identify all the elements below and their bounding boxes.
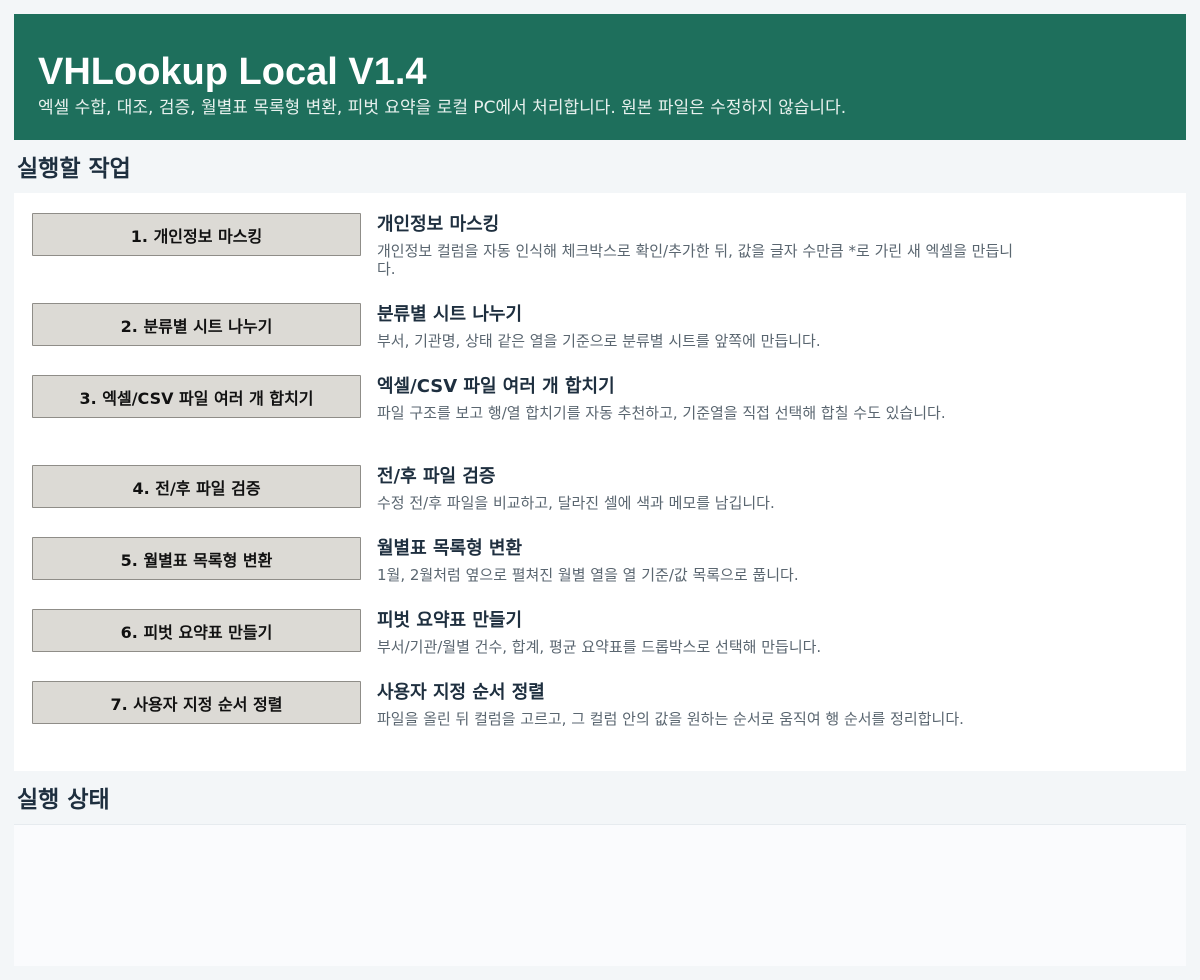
task-name: 사용자 지정 순서 정렬: [377, 682, 545, 703]
custom-sort-button[interactable]: 7. 사용자 지정 순서 정렬: [32, 681, 361, 724]
status-log-panel[interactable]: [14, 824, 1186, 966]
task-name: 월별표 목록형 변환: [377, 538, 523, 559]
app-header: VHLookup Local V1.4 엑셀 수합, 대조, 검증, 월별표 목…: [14, 14, 1186, 140]
task-name: 개인정보 마스킹: [377, 214, 500, 235]
task-description: 부서/기관/월별 건수, 합계, 평균 요약표를 드롭박스로 선택해 만듭니다.: [377, 638, 822, 656]
task-description: 개인정보 컬럼을 자동 인식해 체크박스로 확인/추가한 뒤, 값을 글자 수만…: [377, 242, 1014, 278]
task-description: 파일 구조를 보고 행/열 합치기를 자동 추천하고, 기준열을 직접 선택해 …: [377, 404, 946, 422]
app-title: VHLookup Local V1.4: [38, 51, 427, 93]
app-subtitle: 엑셀 수합, 대조, 검증, 월별표 목록형 변환, 피벗 요약을 로컬 PC에…: [38, 98, 847, 118]
masking-button[interactable]: 1. 개인정보 마스킹: [32, 213, 361, 256]
split-sheets-button[interactable]: 2. 분류별 시트 나누기: [32, 303, 361, 346]
status-section-title: 실행 상태: [17, 787, 110, 813]
task-name: 엑셀/CSV 파일 여러 개 합치기: [377, 376, 615, 397]
pivot-summary-button[interactable]: 6. 피벗 요약표 만들기: [32, 609, 361, 652]
task-description: 부서, 기관명, 상태 같은 열을 기준으로 분류별 시트를 앞쪽에 만듭니다.: [377, 332, 821, 350]
task-description: 1월, 2월처럼 옆으로 펼쳐진 월별 열을 열 기준/값 목록으로 풉니다.: [377, 566, 799, 584]
task-name: 피벗 요약표 만들기: [377, 610, 523, 631]
task-description: 수정 전/후 파일을 비교하고, 달라진 셀에 색과 메모를 남깁니다.: [377, 494, 775, 512]
verify-files-button[interactable]: 4. 전/후 파일 검증: [32, 465, 361, 508]
task-name: 분류별 시트 나누기: [377, 304, 523, 325]
tasks-section-title: 실행할 작업: [17, 156, 131, 182]
tasks-panel: 1. 개인정보 마스킹 개인정보 마스킹 개인정보 컬럼을 자동 인식해 체크박…: [14, 193, 1186, 771]
monthly-to-list-button[interactable]: 5. 월별표 목록형 변환: [32, 537, 361, 580]
merge-files-button[interactable]: 3. 엑셀/CSV 파일 여러 개 합치기: [32, 375, 361, 418]
task-name: 전/후 파일 검증: [377, 466, 496, 487]
task-description: 파일을 올린 뒤 컬럼을 고르고, 그 컬럼 안의 값을 원하는 순서로 움직여…: [377, 710, 964, 728]
